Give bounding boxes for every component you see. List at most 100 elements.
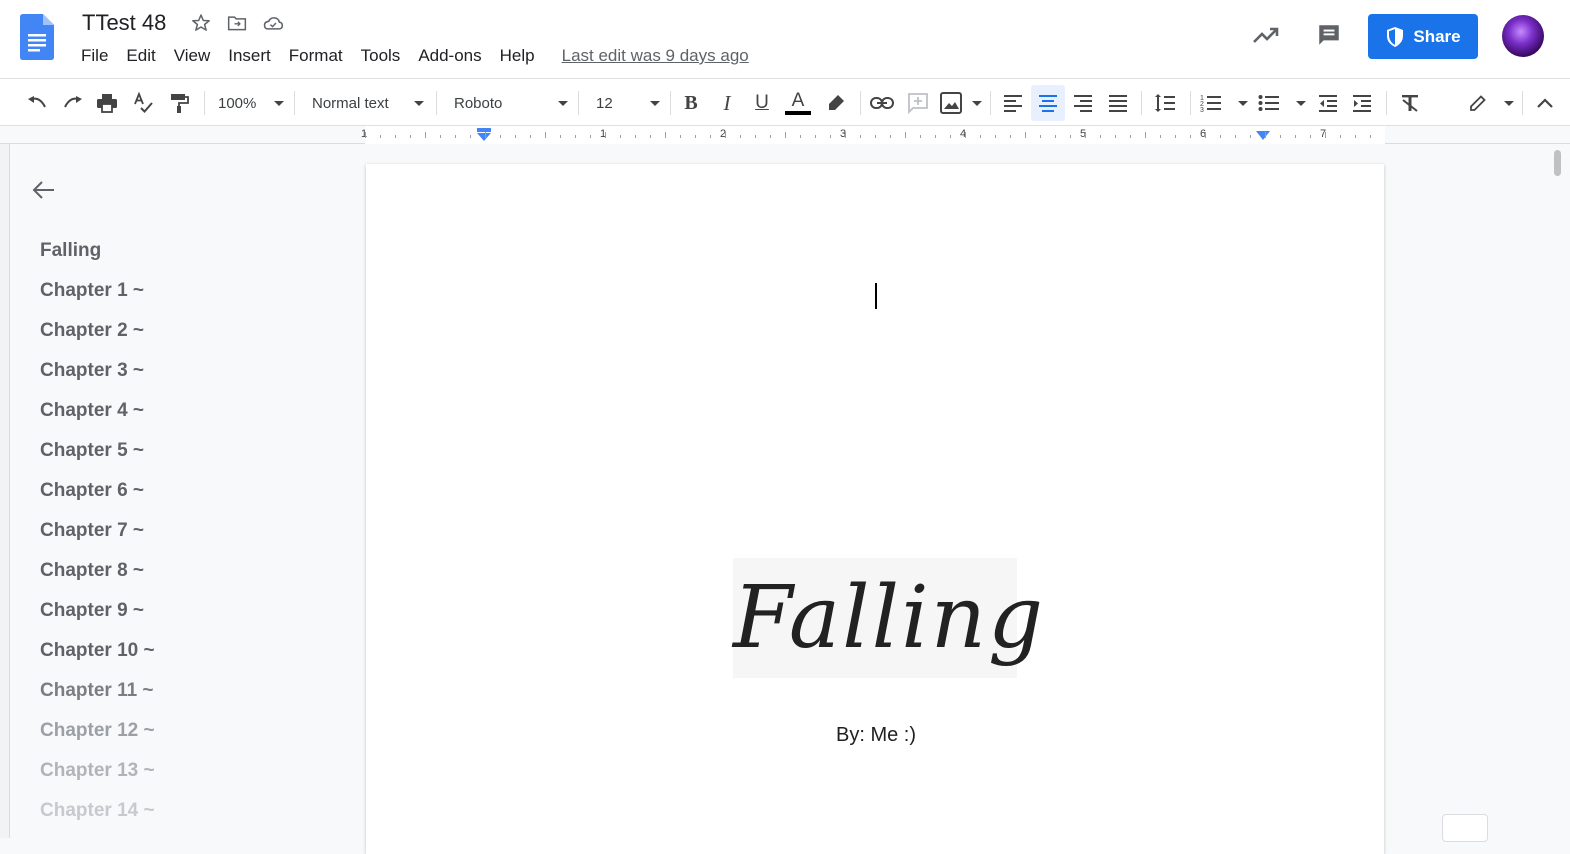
horizontal-ruler[interactable]: 1 1 2 3 4 5 6 7: [0, 126, 1570, 144]
activity-dashboard-icon[interactable]: [1252, 22, 1280, 53]
outline-item-chapter[interactable]: Chapter 6 ~: [40, 480, 144, 502]
align-center-icon[interactable]: [1031, 85, 1065, 121]
bold-icon[interactable]: B: [678, 89, 704, 117]
vertical-scrollbar[interactable]: [1552, 144, 1564, 838]
ruler-tick: [965, 132, 966, 138]
menu-tools[interactable]: Tools: [352, 44, 410, 68]
align-justify-icon[interactable]: [1104, 89, 1132, 117]
outline-item-chapter[interactable]: Chapter 12 ~: [40, 720, 155, 742]
document-page[interactable]: Falling By: Me :): [366, 164, 1384, 854]
ruler-tick: [1175, 135, 1176, 138]
ruler-tick: [860, 135, 861, 138]
spell-check-icon[interactable]: [130, 89, 156, 117]
ruler-tick: [590, 135, 591, 138]
outline-item-chapter[interactable]: Chapter 5 ~: [40, 440, 144, 462]
ruler-tick: [485, 132, 486, 138]
ruler-tick: [950, 135, 951, 138]
italic-icon[interactable]: I: [714, 89, 740, 117]
underline-icon[interactable]: U: [749, 89, 775, 117]
ruler-tick: [560, 135, 561, 138]
last-edit-link[interactable]: Last edit was 9 days ago: [562, 46, 749, 66]
bulleted-list-icon[interactable]: [1258, 89, 1306, 117]
paint-format-icon[interactable]: [166, 89, 192, 117]
menu-file[interactable]: File: [72, 44, 117, 68]
account-avatar[interactable]: [1502, 15, 1544, 57]
right-indent-marker[interactable]: [1256, 131, 1270, 141]
menu-format[interactable]: Format: [280, 44, 352, 68]
undo-icon[interactable]: [24, 89, 50, 117]
outline-item-chapter[interactable]: Chapter 11 ~: [40, 680, 154, 702]
comment-history-icon[interactable]: [1316, 22, 1342, 53]
menu-edit[interactable]: Edit: [117, 44, 164, 68]
align-right-icon[interactable]: [1069, 89, 1097, 117]
outline-item-chapter[interactable]: Chapter 2 ~: [40, 320, 144, 342]
clear-formatting-icon[interactable]: [1396, 89, 1424, 117]
ruler-tick: [1145, 132, 1146, 138]
redo-icon[interactable]: [60, 89, 86, 117]
line-spacing-icon[interactable]: [1151, 89, 1179, 117]
ruler-tick: [515, 135, 516, 138]
ruler-tick: [710, 135, 711, 138]
paragraph-style-select[interactable]: Normal text: [306, 89, 424, 117]
byline-text[interactable]: By: Me :): [836, 724, 916, 747]
close-outline-back-arrow-icon[interactable]: [32, 180, 56, 205]
ruler-tick: [845, 132, 846, 138]
ruler-tick: [635, 135, 636, 138]
increase-indent-icon[interactable]: [1348, 89, 1376, 117]
outline-item-chapter[interactable]: Chapter 13 ~: [40, 760, 155, 782]
ruler-tick: [365, 132, 366, 138]
docs-logo-icon[interactable]: [20, 14, 54, 60]
align-left-icon[interactable]: [999, 89, 1027, 117]
insert-image-icon[interactable]: [940, 89, 982, 117]
font-size-select[interactable]: 12: [590, 89, 660, 117]
decrease-indent-icon[interactable]: [1314, 89, 1342, 117]
highlight-color-icon[interactable]: [822, 89, 850, 117]
hide-menus-chevron-up-icon[interactable]: [1532, 89, 1558, 117]
outline-item-chapter[interactable]: Chapter 10 ~: [40, 640, 155, 662]
ruler-tick: [890, 135, 891, 138]
menu-help[interactable]: Help: [491, 44, 544, 68]
share-button[interactable]: Share: [1368, 14, 1478, 59]
outline-item-chapter[interactable]: Chapter 9 ~: [40, 600, 144, 622]
vertical-ruler[interactable]: [0, 144, 10, 838]
outline-item-chapter[interactable]: Chapter 7 ~: [40, 520, 144, 542]
ruler-tick: [920, 135, 921, 138]
chevron-down-icon: [274, 100, 284, 106]
editing-mode-icon[interactable]: [1468, 89, 1514, 117]
ruler-tick: [815, 135, 816, 138]
numbered-list-icon[interactable]: 123: [1200, 89, 1248, 117]
outline-item-chapter[interactable]: Chapter 1 ~: [40, 280, 144, 302]
outline-item-chapter[interactable]: Chapter 3 ~: [40, 360, 144, 382]
add-comment-icon[interactable]: [904, 89, 932, 117]
paragraph-style-value: Normal text: [312, 94, 389, 112]
document-title[interactable]: TTest 48: [82, 10, 166, 36]
outline-item-chapter[interactable]: Chapter 14 ~: [40, 800, 155, 822]
scrollbar-thumb[interactable]: [1554, 150, 1561, 176]
insert-link-icon[interactable]: [868, 89, 896, 117]
menu-bar: File Edit View Insert Format Tools Add-o…: [72, 44, 749, 68]
ruler-tick: [1025, 132, 1026, 138]
document-outline: Falling Chapter 1 ~ Chapter 2 ~ Chapter 3 ~…: [10, 144, 350, 838]
font-size-value: 12: [596, 94, 613, 112]
outline-item-chapter[interactable]: Chapter 4 ~: [40, 400, 144, 422]
font-family-select[interactable]: Roboto: [448, 89, 568, 117]
zoom-value: 100%: [218, 94, 257, 112]
text-cursor: [875, 283, 877, 309]
outline-item-title[interactable]: Falling: [40, 240, 101, 262]
menu-view[interactable]: View: [165, 44, 220, 68]
zoom-select[interactable]: 100%: [214, 89, 284, 117]
text-color-icon[interactable]: A: [784, 89, 812, 117]
cloud-saved-icon[interactable]: [262, 12, 284, 34]
ruler-tick: [725, 132, 726, 138]
menu-insert[interactable]: Insert: [219, 44, 280, 68]
print-icon[interactable]: [94, 89, 120, 117]
ruler-tick: [680, 135, 681, 138]
ruler-tick: [875, 135, 876, 138]
move-to-folder-icon[interactable]: [226, 12, 248, 34]
title-image[interactable]: Falling: [733, 558, 1043, 678]
star-icon[interactable]: [190, 12, 212, 34]
ruler-tick: [1130, 135, 1131, 138]
menu-add-ons[interactable]: Add-ons: [409, 44, 490, 68]
left-indent-marker[interactable]: [476, 128, 492, 142]
outline-item-chapter[interactable]: Chapter 8 ~: [40, 560, 144, 582]
